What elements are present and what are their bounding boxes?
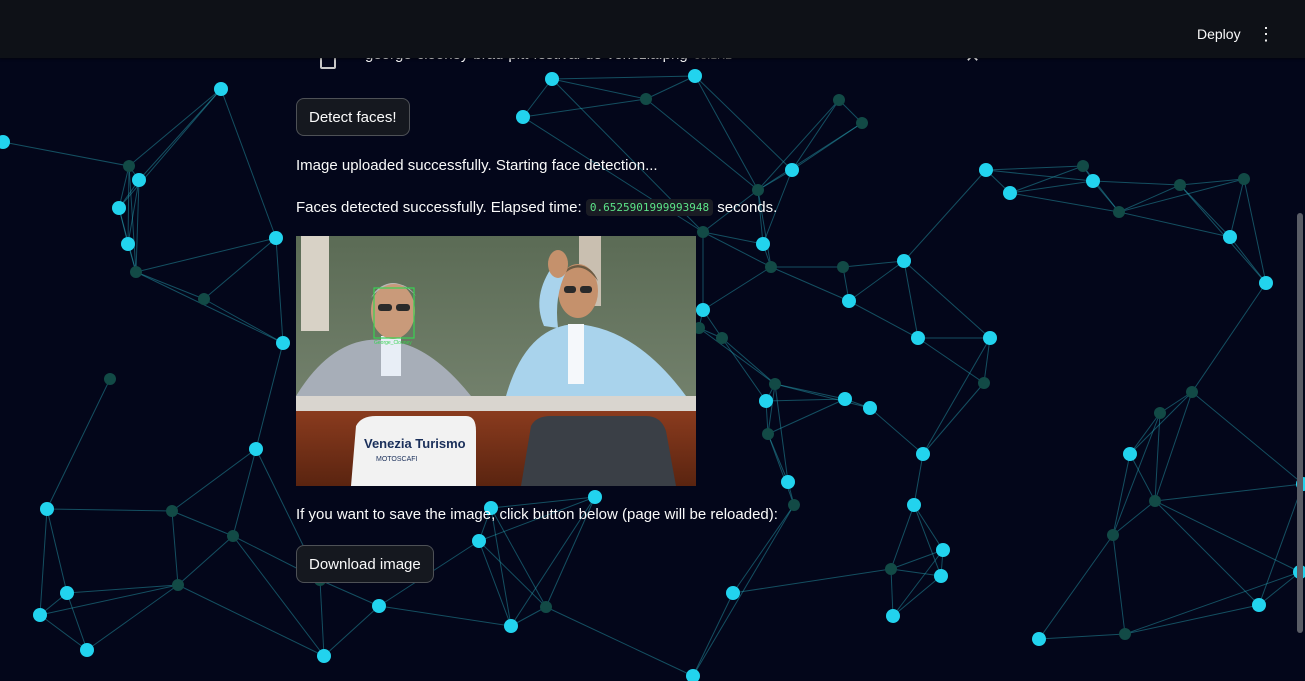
top-bar: Deploy ⋮	[0, 0, 1305, 58]
boat-subtext: MOTOSCAFI	[376, 456, 418, 463]
upload-success-message: Image uploaded successfully. Starting fa…	[296, 157, 658, 174]
detected-faces-image: Venezia Turismo MOTOSCAFI George_Clooney	[296, 236, 696, 486]
save-hint-message: If you want to save the image, click but…	[296, 506, 778, 523]
scrollbar-thumb[interactable]	[1297, 213, 1303, 633]
main-content: george-clooney-brad-pitt-festival-de-ven…	[0, 0, 1305, 681]
face-label: George_Clooney	[374, 340, 412, 346]
detected-prefix: Faces detected successfully. Elapsed tim…	[296, 199, 582, 216]
vertical-dots-icon[interactable]: ⋮	[1254, 22, 1278, 46]
detect-faces-button[interactable]: Detect faces!	[296, 98, 410, 136]
scrollbar[interactable]	[1296, 58, 1305, 681]
boat-text: Venezia Turismo	[364, 436, 466, 451]
photo-illustration: Venezia Turismo MOTOSCAFI George_Clooney	[296, 236, 696, 486]
download-image-button[interactable]: Download image	[296, 545, 434, 583]
deploy-button[interactable]: Deploy	[1187, 22, 1251, 46]
detected-suffix: seconds.	[717, 199, 778, 216]
detection-success-message: Faces detected successfully. Elapsed tim…	[296, 199, 777, 216]
elapsed-time-code: 0.6525901999993948	[585, 199, 714, 216]
